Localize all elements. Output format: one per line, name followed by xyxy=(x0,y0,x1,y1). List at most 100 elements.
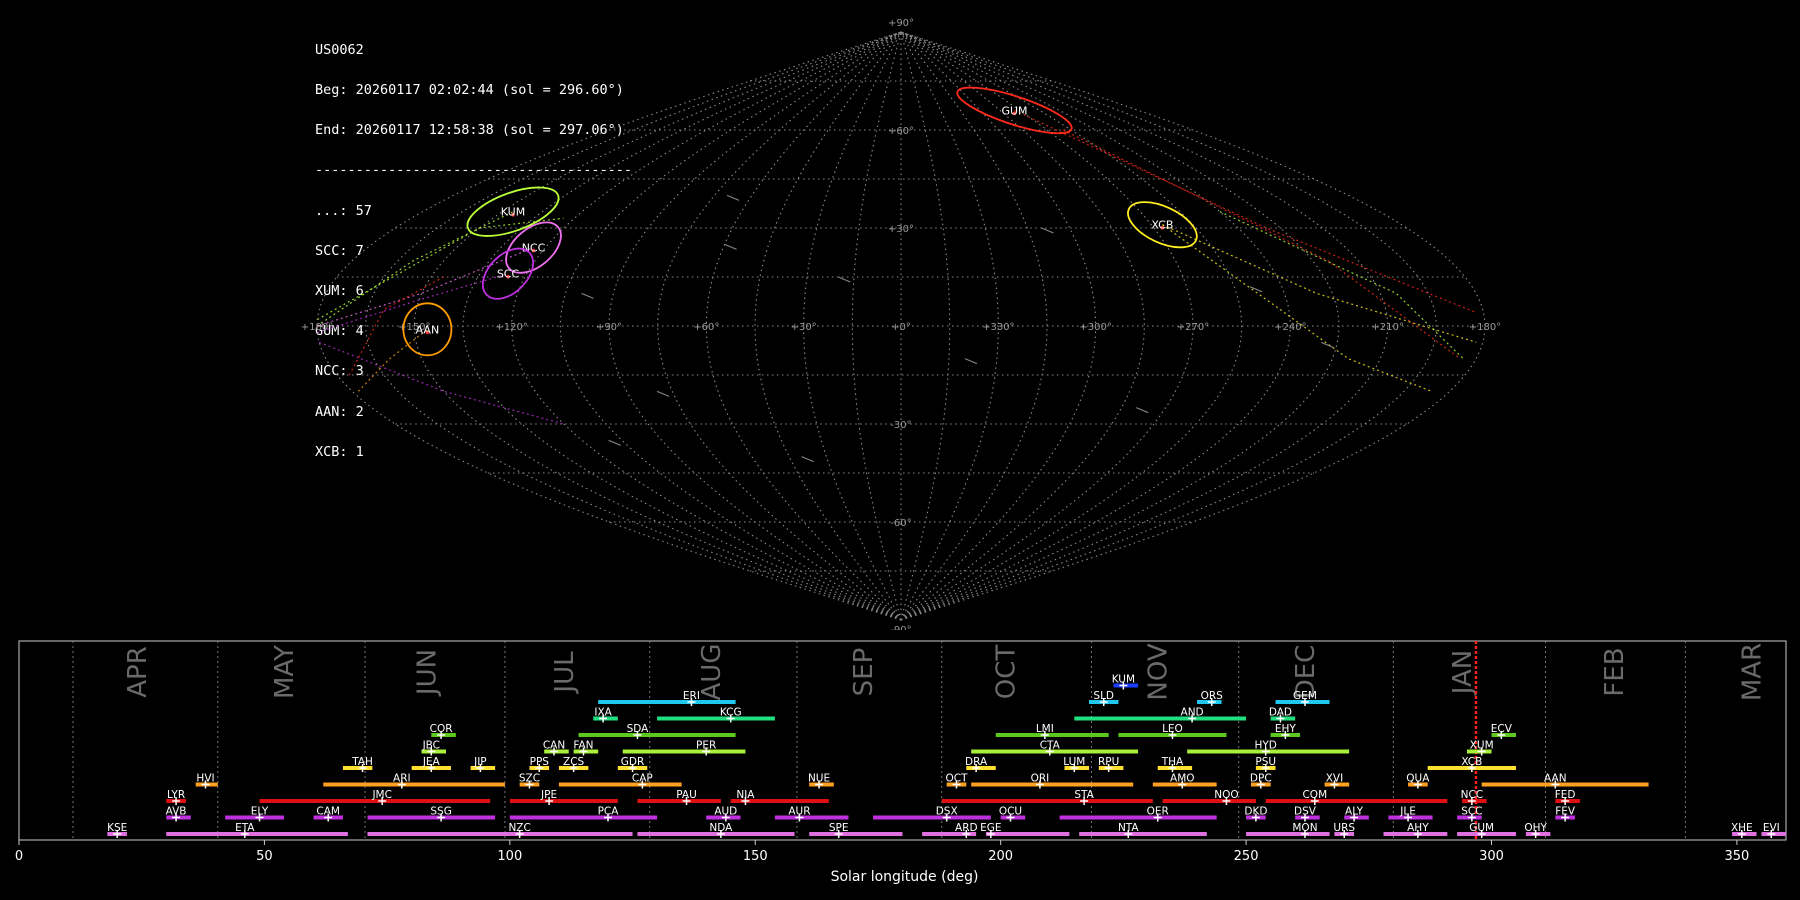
shower-code-label: JBC xyxy=(422,740,440,752)
shower-code-label: ERI xyxy=(683,690,700,702)
shower-code-label: ALY xyxy=(1345,806,1364,818)
shower-dkd: DKD xyxy=(1244,806,1267,822)
shower-gum: GUM xyxy=(1457,822,1517,838)
month-label: MAY xyxy=(270,645,300,699)
shower-code-label: AHY xyxy=(1407,822,1429,834)
shower-xhe: XHE xyxy=(1731,822,1757,838)
shower-code-label: NTA xyxy=(1118,822,1139,834)
shower-jbc: JBC xyxy=(421,740,447,756)
shower-lmi: LMI xyxy=(995,723,1109,739)
sporadic-meteor xyxy=(1136,407,1149,414)
radiant-label: NCC xyxy=(522,242,546,255)
shower-amo: AMO xyxy=(1152,773,1217,789)
meteor-trail xyxy=(317,217,564,321)
longitude-tick-label: +90° xyxy=(596,322,622,333)
shower-kse: KSE xyxy=(107,822,127,838)
shower-code-label: SPE xyxy=(829,822,849,834)
shower-fev: FEV xyxy=(1555,806,1576,822)
radiant-label: GUM xyxy=(1001,104,1027,117)
shower-nue: NUE xyxy=(808,773,834,789)
month-label: DEC xyxy=(1291,645,1321,700)
shower-ehy: EHY xyxy=(1270,723,1301,739)
radiant-label: AAN xyxy=(416,323,440,336)
radiant-label: SCC xyxy=(497,268,520,281)
shower-xum: XUM xyxy=(1466,740,1494,756)
shower-code-label: EHY xyxy=(1275,723,1297,735)
shower-code-label: JIP xyxy=(473,756,487,768)
x-axis-tick-label: 350 xyxy=(1725,849,1750,864)
shower-cap: CAP xyxy=(558,773,682,789)
sporadic-meteor xyxy=(1320,341,1334,348)
shower-psu: PSU xyxy=(1255,756,1276,772)
shower-code-label: SDA xyxy=(627,723,650,735)
shower-code-label: STA xyxy=(1074,789,1094,801)
shower-code-label: THA xyxy=(1161,756,1184,768)
shower-code-label: COR xyxy=(430,723,453,735)
month-label: JUL xyxy=(550,651,580,695)
shower-code-label: PCA xyxy=(598,806,620,818)
shower-code-label: ORS xyxy=(1201,690,1224,702)
sporadic-meteor xyxy=(726,194,740,201)
shower-aan: AAN xyxy=(1481,773,1649,789)
shower-ssg: SSG xyxy=(367,806,496,822)
shower-dra: DRA xyxy=(965,756,996,772)
shower-code-label: PSU xyxy=(1255,756,1276,768)
shower-code-label: DSX xyxy=(936,806,958,818)
shower-sta: STA xyxy=(941,789,1153,805)
shower-spe: SPE xyxy=(809,822,903,838)
shower-code-label: IXA xyxy=(594,707,612,719)
shower-xcb: XCB xyxy=(1427,756,1517,772)
longitude-tick-label: +210° xyxy=(1371,322,1403,333)
shower-qua: QUA xyxy=(1406,773,1430,789)
radiant-kum: KUM xyxy=(466,186,560,237)
shower-ecv: ECV xyxy=(1491,723,1517,739)
shower-code-label: OER xyxy=(1147,806,1169,818)
latitude-tick-label: +90° xyxy=(888,18,914,29)
shower-lum: LUM xyxy=(1063,756,1090,772)
shower-code-label: CAM xyxy=(316,806,340,818)
month-label: MAR xyxy=(1738,643,1768,701)
shower-nda: NDA xyxy=(637,822,795,838)
meteor-trail xyxy=(1014,109,1478,314)
shower-code-label: XHE xyxy=(1731,822,1753,834)
shower-fan: FAN xyxy=(573,740,599,756)
shower-ard: ARD xyxy=(922,822,978,838)
shower-code-label: AUD xyxy=(714,806,737,818)
x-axis-tick-label: 200 xyxy=(988,849,1013,864)
shower-gdr: GDR xyxy=(617,756,648,772)
shower-code-label: MON xyxy=(1292,822,1317,834)
shower-code-label: AMO xyxy=(1170,773,1195,785)
shower-code-label: OHY xyxy=(1524,822,1547,834)
shower-code-label: LMI xyxy=(1036,723,1054,735)
shower-oct: OCT xyxy=(945,773,968,789)
month-label: FEB xyxy=(1600,647,1630,696)
shower-code-label: AND xyxy=(1181,707,1204,719)
latitude-tick-label: +60° xyxy=(888,126,914,137)
shower-avb: AVB xyxy=(166,806,191,822)
shower-code-label: PPS xyxy=(530,756,550,768)
shower-code-label: FEV xyxy=(1555,806,1576,818)
shower-dsx: DSX xyxy=(873,806,991,822)
shower-mon: MON xyxy=(1246,822,1330,838)
shower-code-label: SZC xyxy=(519,773,540,785)
latitude-tick-label: +30° xyxy=(888,224,914,235)
meteor-trail xyxy=(1219,211,1464,360)
shower-code-label: NIA xyxy=(736,789,755,801)
shower-fed: FED xyxy=(1555,789,1580,805)
shower-xvi: XVI xyxy=(1324,773,1350,789)
x-axis-tick-label: 150 xyxy=(743,849,768,864)
month-label: APR xyxy=(123,646,153,698)
shower-code-label: ARD xyxy=(955,822,978,834)
shower-code-label: FAN xyxy=(573,740,593,752)
shower-szc: SZC xyxy=(519,773,540,789)
month-label: AUG xyxy=(697,644,727,701)
x-axis-tick-label: 50 xyxy=(256,849,273,864)
shower-code-label: PAU xyxy=(676,789,697,801)
shower-code-label: CAP xyxy=(632,773,653,785)
shower-code-label: RPU xyxy=(1098,756,1119,768)
shower-code-label: LYR xyxy=(167,789,185,801)
shower-code-label: EGE xyxy=(980,822,1001,834)
shower-code-label: SCC xyxy=(1461,806,1482,818)
sporadic-meteor xyxy=(608,439,621,446)
shower-code-label: QUA xyxy=(1406,773,1430,785)
